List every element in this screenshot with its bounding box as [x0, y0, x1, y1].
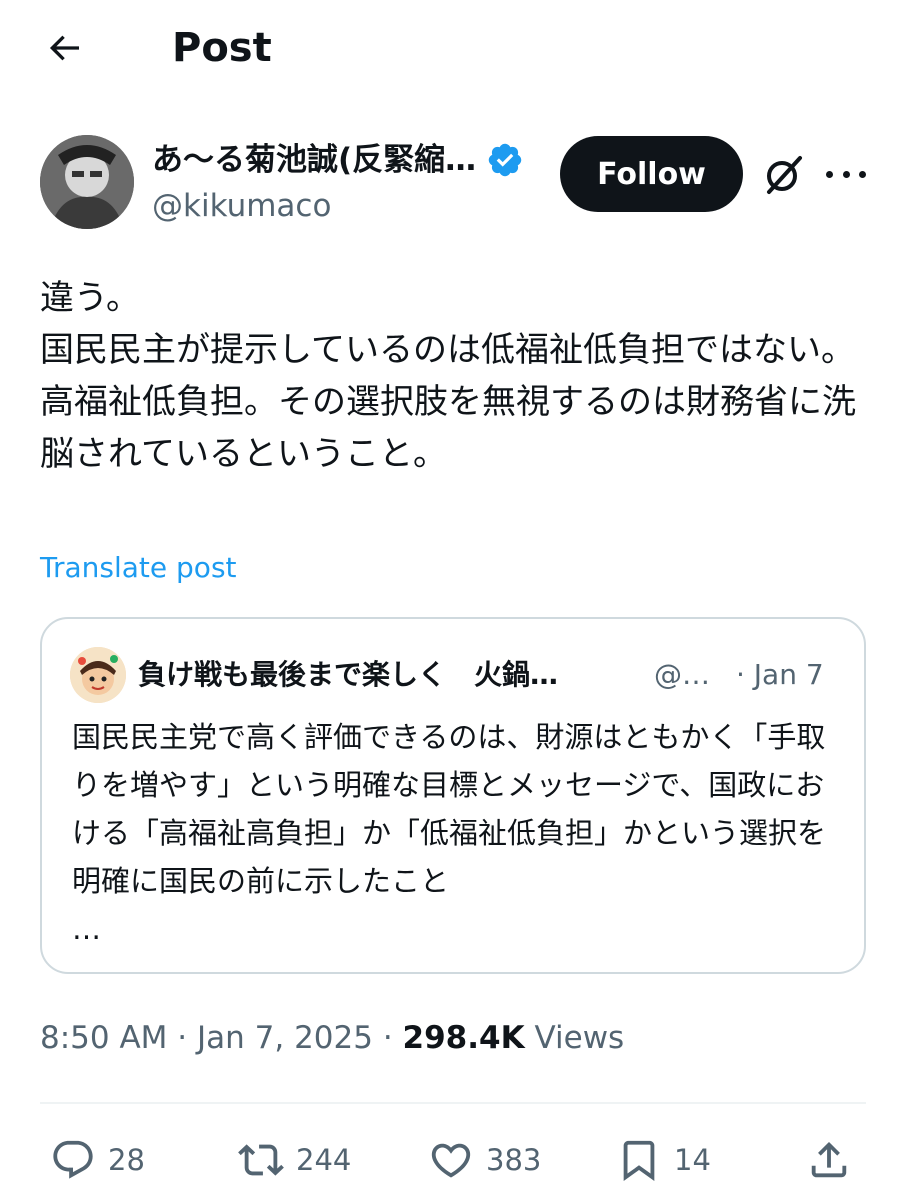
- like-button[interactable]: 383: [428, 1130, 541, 1190]
- page-title: Post: [172, 25, 272, 71]
- divider: [40, 1102, 866, 1104]
- follow-button[interactable]: Follow: [560, 136, 743, 212]
- post-time: 8:50 AM: [40, 1020, 168, 1056]
- views-count: 298.4K: [402, 1020, 525, 1056]
- heart-icon: [431, 1143, 471, 1178]
- repost-button[interactable]: 244: [238, 1130, 351, 1190]
- bookmark-icon: [623, 1140, 655, 1181]
- more-options-icon[interactable]: [826, 156, 866, 192]
- share-button[interactable]: [806, 1130, 852, 1190]
- reply-button[interactable]: 28: [50, 1130, 145, 1190]
- action-bar: 28 244 383 14: [40, 1130, 866, 1190]
- quoted-author-avatar: [70, 647, 126, 703]
- meta-separator: ·: [177, 1020, 188, 1056]
- repost-count: 244: [296, 1143, 352, 1177]
- post-date[interactable]: Jan 7, 2025: [197, 1020, 373, 1056]
- post-meta: 8:50 AM · Jan 7, 2025 · 298.4K Views: [40, 1016, 624, 1060]
- author-name-row: あ〜る菊池誠(反緊縮…: [152, 138, 524, 182]
- bookmark-count: 14: [674, 1143, 711, 1177]
- quoted-post-date: · Jan 7: [736, 658, 824, 691]
- author-avatar[interactable]: [40, 135, 134, 229]
- quoted-post-text: 国民民主党で高く評価できるのは、財源はともかく「手取りを増やす」という明確な目標…: [72, 720, 827, 946]
- author-display-name[interactable]: あ〜る菊池誠(反緊縮…: [152, 138, 476, 182]
- quoted-author-name: 負け戦も最後まで楽しく 火鍋…: [138, 658, 559, 691]
- top-bar: Post: [0, 0, 909, 96]
- share-icon: [811, 1141, 847, 1178]
- repost-icon: [238, 1144, 284, 1176]
- meta-separator: ·: [382, 1020, 393, 1056]
- grok-icon[interactable]: [762, 152, 806, 196]
- verified-badge-icon: [488, 143, 522, 177]
- post-text: 違う。 国民民主が提示しているのは低福祉低負担ではない。 高福祉低負担。その選択…: [40, 278, 856, 474]
- reply-icon: [53, 1140, 93, 1179]
- quoted-post-card[interactable]: 負け戦も最後まで楽しく 火鍋… @… · Jan 7 国民民主党で高く評価できる…: [40, 617, 866, 974]
- like-count: 383: [486, 1143, 542, 1177]
- reply-count: 28: [108, 1143, 145, 1177]
- author-handle[interactable]: @kikumaco: [152, 186, 331, 226]
- translate-post-link[interactable]: Translate post: [40, 548, 237, 588]
- bookmark-button[interactable]: 14: [616, 1130, 711, 1190]
- back-arrow-icon[interactable]: [40, 24, 88, 72]
- quoted-author-handle: @…: [654, 658, 710, 691]
- views-label: Views: [534, 1020, 625, 1056]
